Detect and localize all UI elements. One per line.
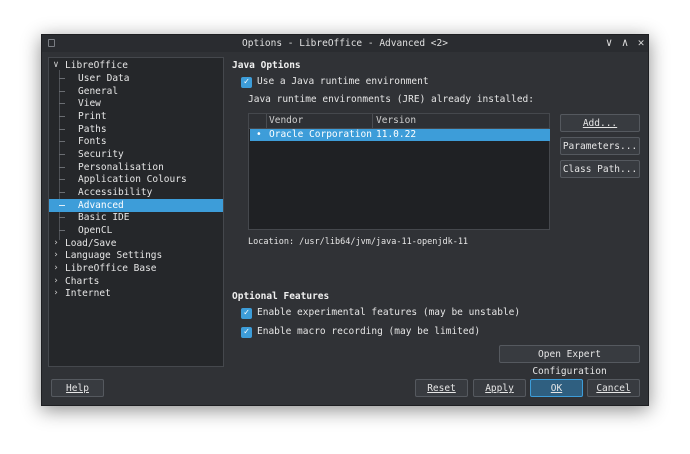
options-dialog: Options - LibreOffice - Advanced <2> ∨ ∧… <box>41 34 649 406</box>
apply-button[interactable]: Apply <box>473 379 526 397</box>
tree-item-libreoffice[interactable]: ∨ LibreOffice <box>49 59 223 72</box>
tree-item-label: View <box>78 98 101 109</box>
add-jre-button[interactable]: Add... <box>560 114 640 132</box>
tree-item-opencl[interactable]: OpenCL <box>49 224 223 237</box>
use-jre-label[interactable]: Use a Java runtime environment <box>257 76 429 87</box>
close-icon[interactable]: ✕ <box>634 36 648 50</box>
tree-item-label: LibreOffice <box>65 60 128 71</box>
jre-vendor-cell: Oracle Corporation <box>269 129 372 140</box>
jre-version-cell: 11.0.22 <box>376 129 417 140</box>
tree-item-view[interactable]: View <box>49 97 223 110</box>
macro-recording-checkbox[interactable]: ✓ <box>241 327 252 338</box>
experimental-features-checkbox[interactable]: ✓ <box>241 308 252 319</box>
tree-item-language-settings[interactable]: › Language Settings <box>49 249 223 262</box>
tree-item-label: Security <box>78 149 124 160</box>
minimize-icon[interactable]: ∨ <box>602 36 616 50</box>
tree-item-label: OpenCL <box>78 225 113 236</box>
tree-item-label: Fonts <box>78 136 107 147</box>
options-tree[interactable]: ∨ LibreOffice User Data General View Pri… <box>48 57 224 367</box>
parameters-button[interactable]: Parameters... <box>560 137 640 155</box>
cancel-button[interactable]: Cancel <box>587 379 640 397</box>
ok-button[interactable]: OK <box>530 379 583 397</box>
java-options-heading: Java Options <box>232 60 301 71</box>
optional-features-heading: Optional Features <box>232 291 330 302</box>
tree-item-label: Accessibility <box>78 187 153 198</box>
tree-item-label: Internet <box>65 288 111 299</box>
chevron-down-icon[interactable]: ∨ <box>52 59 60 72</box>
table-row[interactable]: • Oracle Corporation 11.0.22 <box>250 129 550 141</box>
title-bar[interactable]: Options - LibreOffice - Advanced <2> ∨ ∧… <box>42 35 648 52</box>
chevron-right-icon[interactable]: › <box>52 287 60 300</box>
tree-item-label: Application Colours <box>78 174 187 185</box>
tree-item-fonts[interactable]: Fonts <box>49 135 223 148</box>
jre-location-text: Location: /usr/lib64/jvm/java-11-openjdk… <box>248 237 469 247</box>
radio-bullet-icon[interactable]: • <box>256 129 262 140</box>
tree-item-internet[interactable]: › Internet <box>49 287 223 300</box>
tree-item-print[interactable]: Print <box>49 110 223 123</box>
tree-item-accessibility[interactable]: Accessibility <box>49 186 223 199</box>
tree-item-libreoffice-base[interactable]: › LibreOffice Base <box>49 262 223 275</box>
tree-item-label: User Data <box>78 73 130 84</box>
tree-item-basic-ide[interactable]: Basic IDE <box>49 211 223 224</box>
experimental-features-label[interactable]: Enable experimental features (may be uns… <box>257 307 520 318</box>
reset-button[interactable]: Reset <box>415 379 468 397</box>
tree-item-label: LibreOffice Base <box>65 263 157 274</box>
jre-table-header: Vendor Version <box>249 114 549 129</box>
tree-item-user-data[interactable]: User Data <box>49 72 223 85</box>
use-jre-checkbox[interactable]: ✓ <box>241 77 252 88</box>
chevron-right-icon[interactable]: › <box>52 262 60 275</box>
tree-item-label: Language Settings <box>65 250 163 261</box>
tree-item-application-colours[interactable]: Application Colours <box>49 173 223 186</box>
class-path-button[interactable]: Class Path... <box>560 160 640 178</box>
column-version[interactable]: Version <box>376 115 416 126</box>
installed-jre-label: Java runtime environments (JRE) already … <box>248 94 534 105</box>
column-vendor[interactable]: Vendor <box>269 115 303 126</box>
tree-item-label: Print <box>78 111 107 122</box>
tree-item-label: Basic IDE <box>78 212 130 223</box>
tree-item-security[interactable]: Security <box>49 148 223 161</box>
help-button[interactable]: Help <box>51 379 104 397</box>
window-title: Options - LibreOffice - Advanced <2> <box>242 38 448 49</box>
maximize-icon[interactable]: ∧ <box>618 36 632 50</box>
jre-table[interactable]: Vendor Version • Oracle Corporation 11.0… <box>248 113 550 230</box>
macro-recording-label[interactable]: Enable macro recording (may be limited) <box>257 326 480 337</box>
open-expert-configuration-button[interactable]: Open Expert Configuration <box>499 345 640 377</box>
chevron-right-icon[interactable]: › <box>52 249 60 262</box>
